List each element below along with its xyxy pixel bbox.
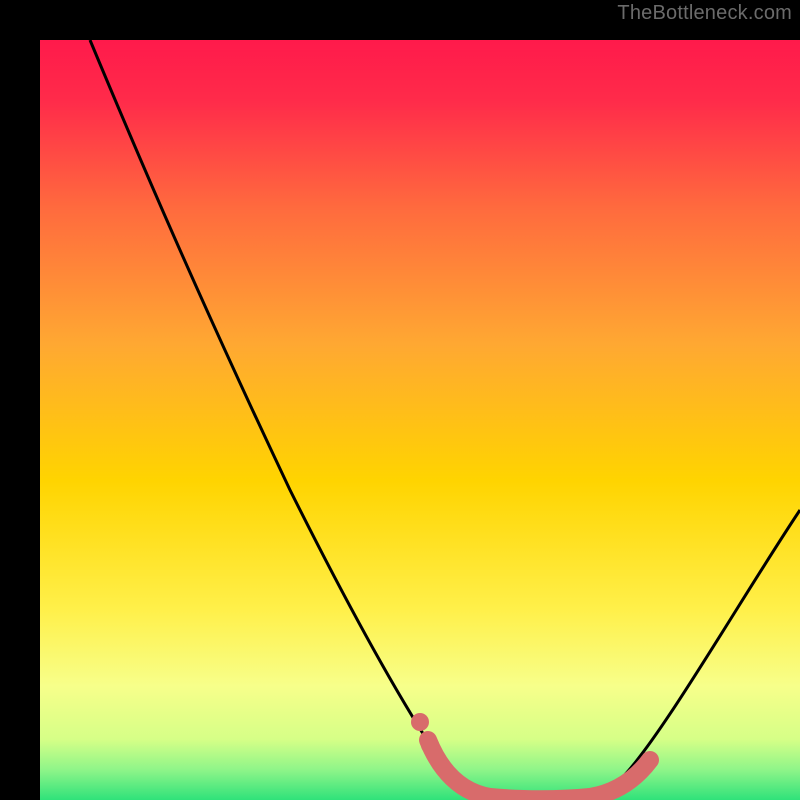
gradient-background bbox=[40, 40, 800, 800]
highlight-dot bbox=[421, 736, 439, 754]
watermark-text: TheBottleneck.com bbox=[617, 2, 792, 25]
highlight-dot bbox=[411, 713, 429, 731]
bottleneck-chart bbox=[40, 40, 800, 800]
chart-frame bbox=[20, 20, 780, 780]
